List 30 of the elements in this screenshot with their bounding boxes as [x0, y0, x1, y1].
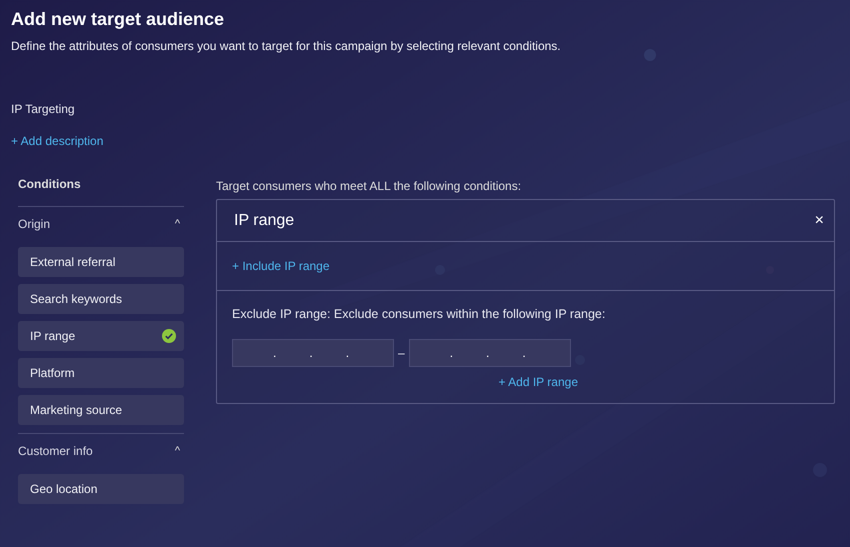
audience-name: IP Targeting	[11, 102, 76, 116]
collapse-toggle[interactable]: ^	[170, 445, 184, 457]
group-label: Customer info	[18, 444, 93, 458]
ip-separator: .	[522, 346, 526, 360]
add-description-link[interactable]: + Add description	[11, 134, 104, 148]
condition-item[interactable]: Platform	[18, 358, 184, 388]
add-ip-range-link[interactable]: + Add IP range	[498, 375, 578, 389]
close-button[interactable]: ×	[812, 212, 826, 230]
ip-separator: .	[273, 346, 276, 360]
condition-item[interactable]: Geo location	[18, 474, 184, 504]
ip-separator: .	[346, 346, 350, 360]
condition-item[interactable]: IP range	[18, 321, 184, 351]
collapse-toggle[interactable]: ^	[170, 218, 184, 230]
group-label: Origin	[18, 217, 50, 231]
conditions-heading: Conditions	[18, 177, 184, 207]
condition-item[interactable]: Search keywords	[18, 284, 184, 314]
condition-item[interactable]: External referral	[18, 247, 184, 277]
condition-item[interactable]: Marketing source	[18, 395, 184, 425]
page-title: Add new target audience	[11, 8, 226, 30]
include-ip-range-link[interactable]: + Include IP range	[232, 259, 330, 273]
conditions-intro: Target consumers who meet ALL the following conditions:	[216, 179, 522, 193]
ip-separator: .	[450, 346, 454, 360]
page-description: Define the attributes of consumers you want to target for this campaign by selecting relevant conditions.	[11, 39, 562, 53]
range-dash: –	[398, 346, 405, 360]
ip-separator: .	[309, 346, 313, 360]
ip-address-field[interactable]: . . .	[408, 339, 571, 367]
ip-address-field[interactable]: . . .	[232, 339, 394, 367]
card-title: IP range	[234, 212, 294, 230]
exclude-description: Exclude IP range: Exclude consumers within the following IP range:	[232, 307, 606, 321]
ip-separator: .	[486, 346, 490, 360]
